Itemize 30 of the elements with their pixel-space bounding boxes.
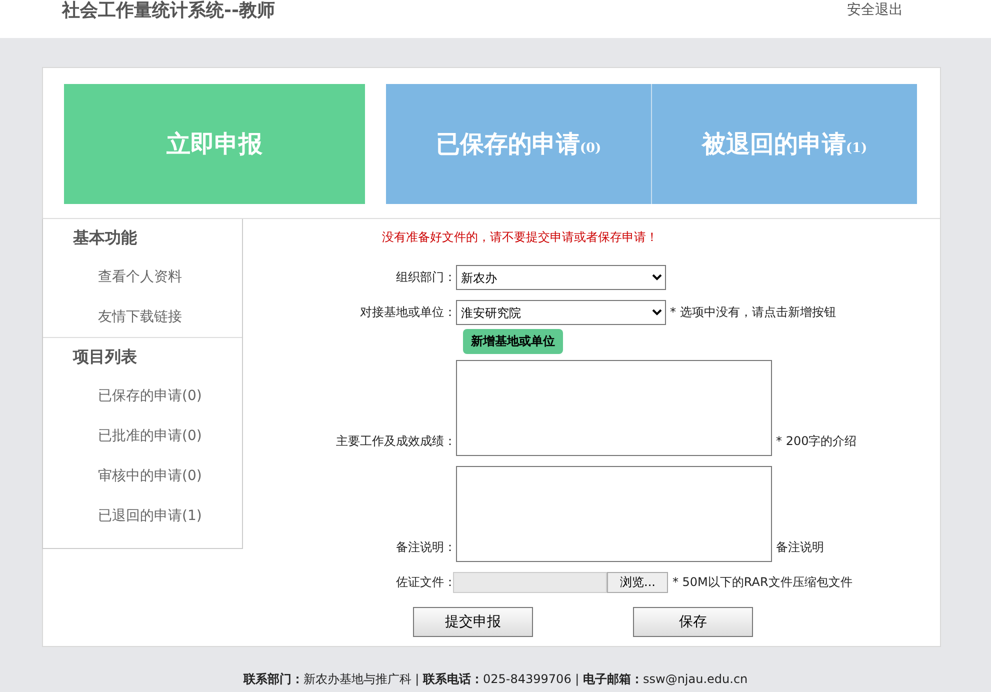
hint-text: * 选项中没有，请点击新增按钮	[670, 304, 836, 321]
field-label: 组织部门：	[395, 269, 456, 286]
text-area[interactable]	[456, 360, 772, 456]
sidebar-link[interactable]: 查看个人资料	[43, 257, 242, 297]
field-label: 主要工作及成效成绩：	[335, 433, 456, 450]
sidebar-link[interactable]: 审核中的申请(0)	[43, 456, 242, 496]
hint-text: * 50M以下的RAR文件压缩包文件	[672, 574, 852, 591]
field-label: 备注说明：	[395, 539, 456, 556]
field-label: 佐证文件：	[395, 574, 456, 591]
dropdown[interactable]: 新农办	[456, 265, 666, 290]
add-unit-button[interactable]: 新增基地或单位	[463, 329, 563, 354]
site-title: 社会工作量统计系统--教师	[62, 0, 275, 22]
browse-button[interactable]: 浏览...	[607, 572, 668, 593]
warning-text: 没有准备好文件的，请不要提交申请或者保存申请！	[381, 229, 659, 246]
logout-link[interactable]: 安全退出	[847, 0, 903, 20]
hint-text: * 200字的介绍	[776, 433, 857, 450]
field-label: 对接基地或单位：	[359, 304, 456, 321]
form-button[interactable]: 保存	[633, 607, 753, 637]
file-path-field[interactable]	[453, 572, 607, 593]
hint-text: 备注说明	[776, 539, 824, 556]
sidebar-link[interactable]: 已退回的申请(1)	[43, 496, 242, 536]
form-button[interactable]: 提交申报	[413, 607, 533, 637]
sidebar-link[interactable]: 已批准的申请(0)	[43, 416, 242, 456]
sidebar-link[interactable]: 友情下载链接	[43, 297, 242, 337]
section-heading: 基本功能	[72, 227, 138, 249]
dropdown[interactable]: 淮安研究院	[456, 300, 666, 325]
text-area[interactable]	[456, 466, 772, 562]
section-heading: 项目列表	[72, 346, 138, 368]
sidebar-link[interactable]: 已保存的申请(0)	[43, 376, 242, 416]
footer-text: 联系部门：新农办基地与推广科 | 联系电话：025-84399706 | 电子邮箱：ssw@njau.edu.cn	[242, 671, 749, 688]
